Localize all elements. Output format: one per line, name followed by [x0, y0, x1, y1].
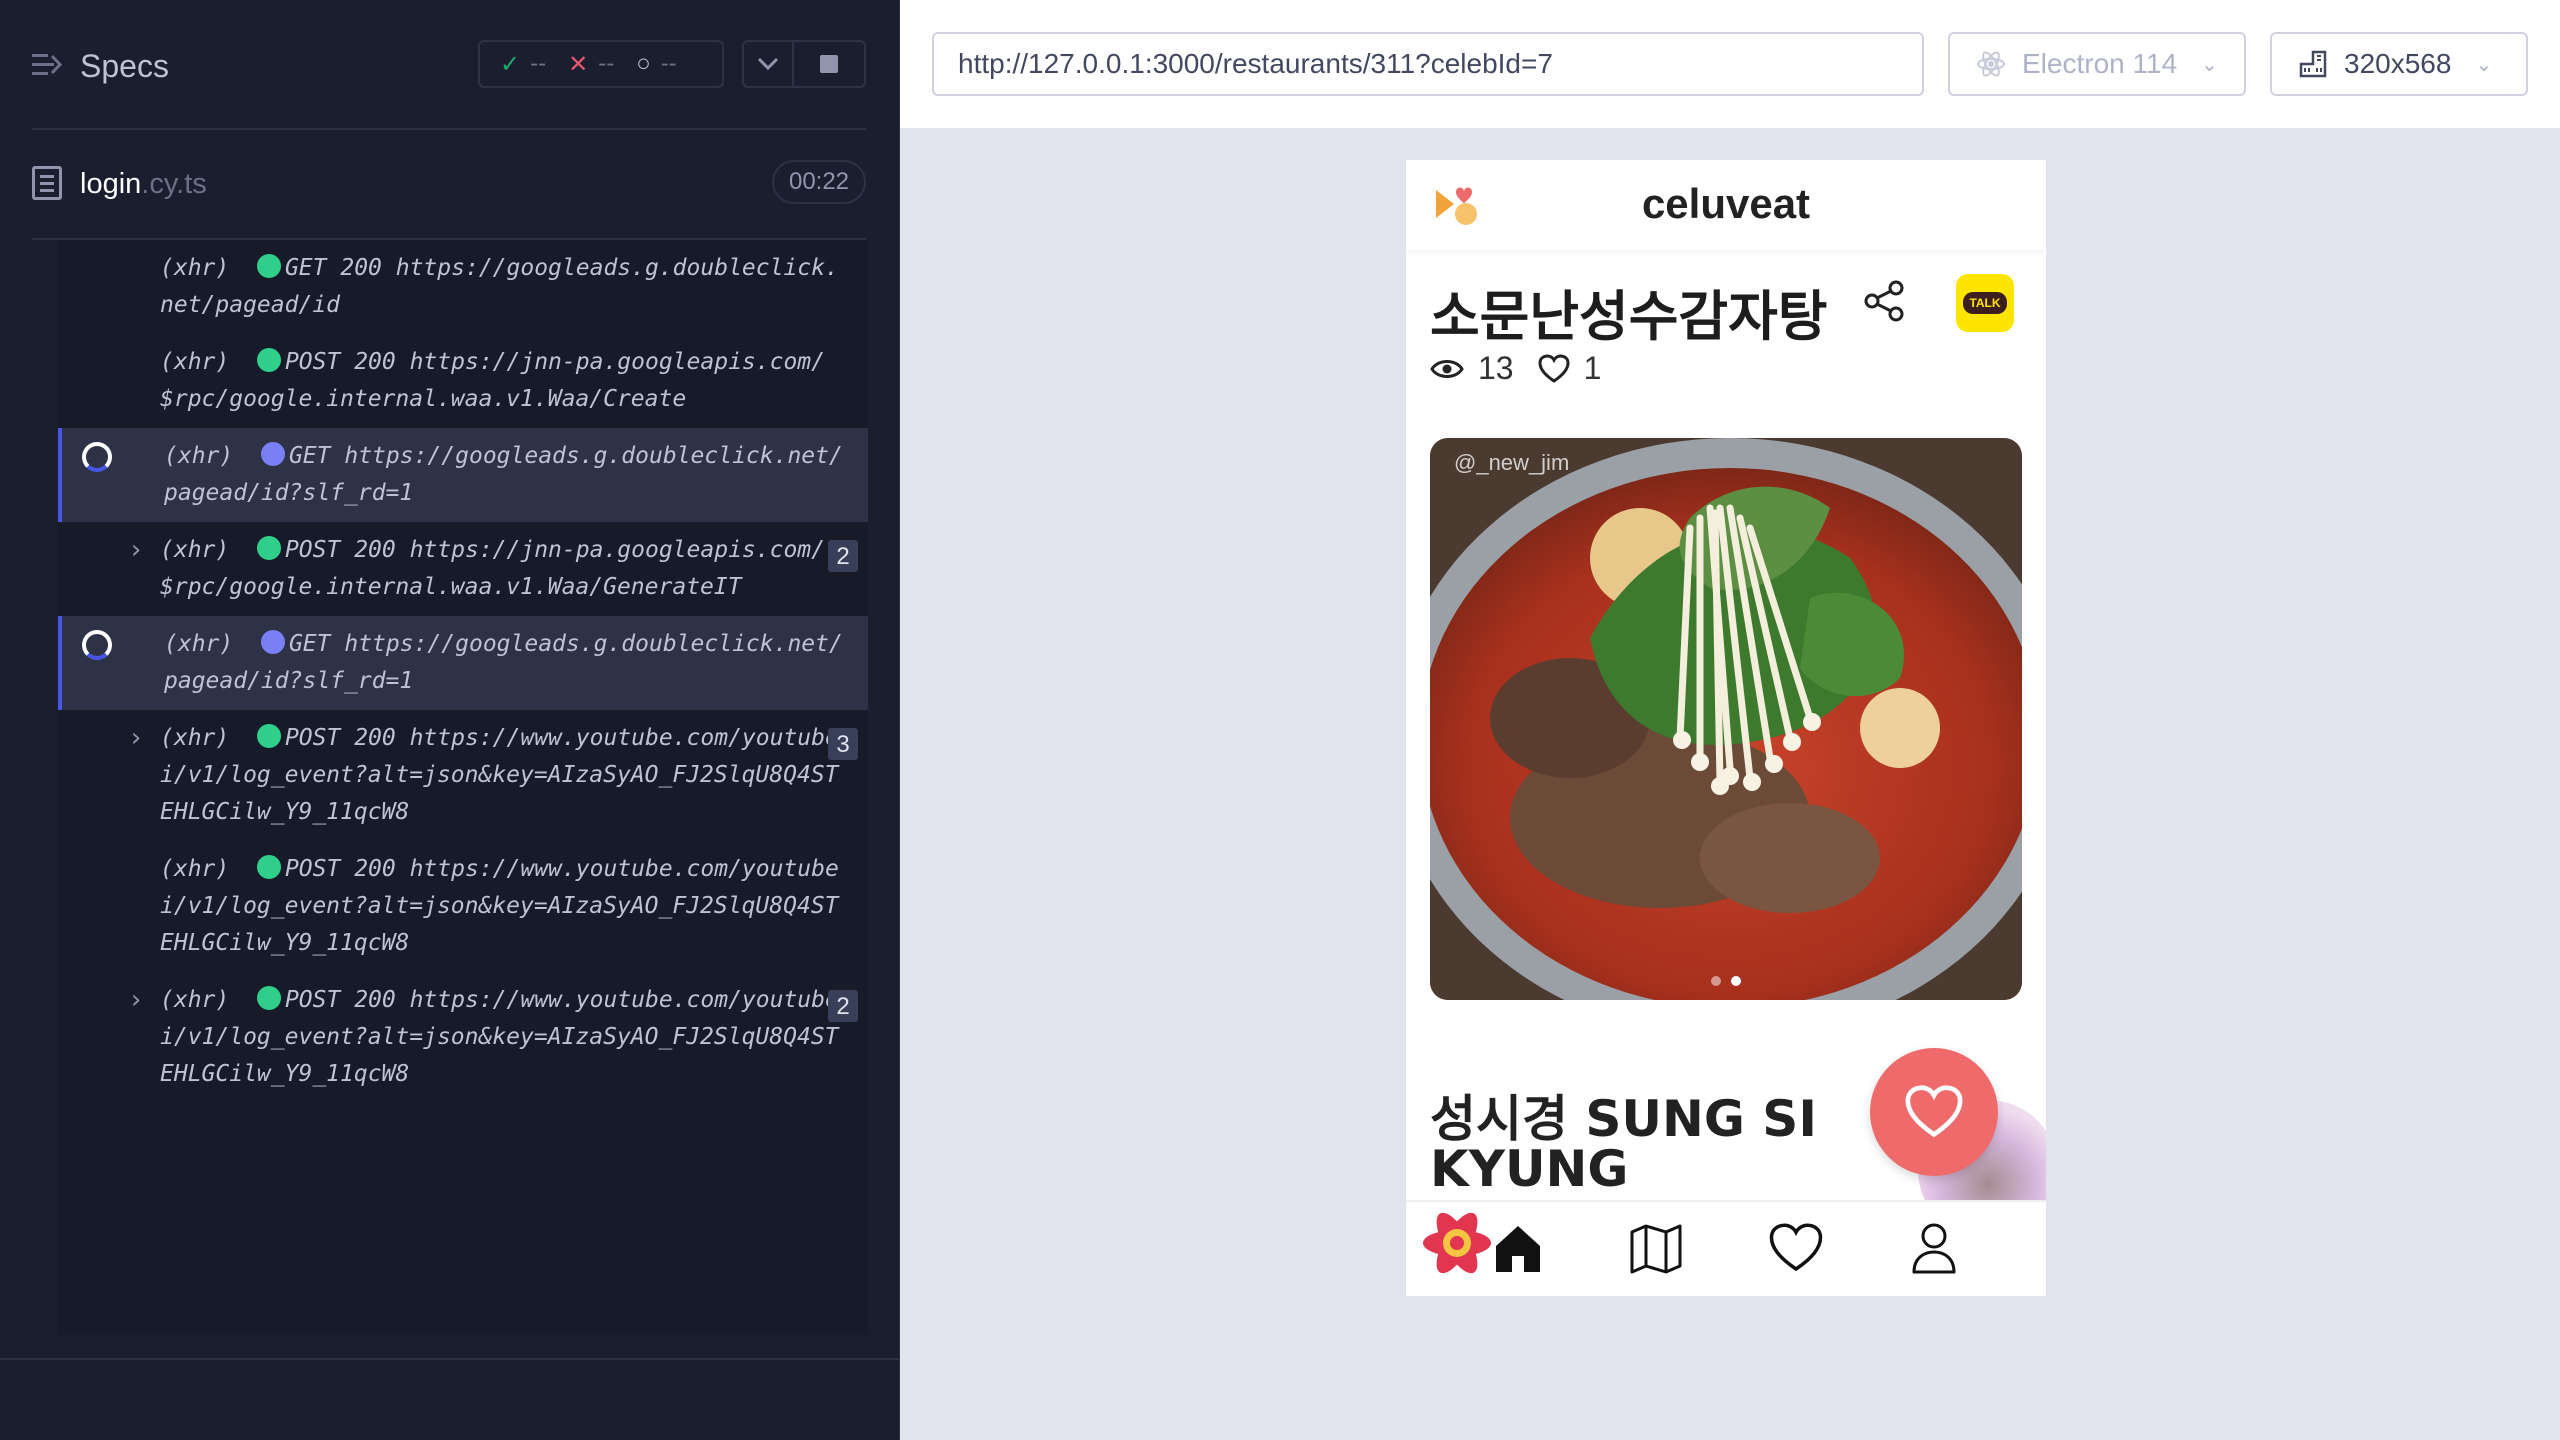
carousel-dot-active[interactable] [1731, 976, 1741, 986]
like-count: 1 [1583, 350, 1602, 386]
viewport-selector[interactable]: 320x568 ⌄ [2270, 32, 2528, 96]
react-devtools-icon[interactable] [1420, 1206, 1494, 1280]
command-log-entry[interactable]: (xhr) POST 200 https://jnn-pa.googleapis… [58, 334, 868, 428]
stop-icon [820, 55, 838, 73]
repeat-count-badge: 2 [828, 990, 858, 1022]
status-dot-icon [256, 536, 281, 560]
status-dot-icon [260, 630, 285, 654]
heart-icon[interactable] [1768, 1220, 1824, 1276]
failed-stat: ✕ -- [568, 50, 614, 79]
heart-icon [1905, 1085, 1963, 1138]
passed-count: -- [530, 50, 547, 77]
log-kind: (xhr) [160, 537, 230, 563]
status-dot-icon [256, 254, 281, 278]
check-icon: ✓ [500, 50, 521, 78]
command-log-list: (xhr) GET 200 https://googleads.g.double… [58, 240, 868, 1335]
heart-icon [1538, 353, 1570, 383]
status-dot-icon [256, 724, 281, 748]
pending-count: -- [660, 50, 677, 77]
like-button[interactable] [1870, 1048, 1998, 1176]
spec-file-ext: .cy.ts [141, 168, 207, 200]
pending-icon: ○ [636, 50, 651, 77]
command-log-entry[interactable]: (xhr) POST 200 https://www.youtube.com/y… [58, 841, 868, 972]
chevron-down-icon: ⌄ [2475, 53, 2493, 76]
chevron-right-icon[interactable]: › [128, 720, 144, 757]
browser-label: Electron 114 [2022, 48, 2178, 79]
command-log-entry[interactable]: › (xhr) POST 200 https://jnn-pa.googleapi… [58, 522, 868, 616]
viewport-label: 320x568 [2344, 48, 2452, 79]
brand-title[interactable]: celuveat [1406, 180, 2046, 228]
chevron-down-icon [757, 57, 779, 71]
command-log-entry[interactable]: (xhr) GET 200 https://googleads.g.double… [58, 240, 868, 334]
view-count: 13 [1478, 350, 1514, 386]
log-kind: (xhr) [160, 349, 230, 375]
food-photo-image [1430, 438, 2022, 1000]
pending-stat: ○ -- [636, 50, 676, 78]
carousel-dots [1430, 976, 2022, 986]
status-dot-icon [256, 855, 281, 879]
failed-count: -- [598, 50, 615, 77]
chevron-down-icon: ⌄ [2201, 53, 2218, 76]
url-bar[interactable]: http://127.0.0.1:3000/restaurants/311?ce… [932, 32, 1924, 96]
log-kind: (xhr) [160, 255, 230, 281]
log-kind: (xhr) [160, 987, 230, 1013]
loading-spinner-icon [82, 442, 112, 472]
home-icon[interactable] [1490, 1220, 1546, 1276]
eye-icon [1430, 359, 1464, 378]
restaurant-photo[interactable]: @_new_jim [1430, 438, 2022, 1000]
app-viewport: celuveat 소문난성수감자탕 TALK 13 1 @_new_jim 성시… [1406, 160, 2046, 1296]
browser-selector[interactable]: Electron 114 ⌄ [1948, 32, 2246, 96]
document-icon [32, 166, 62, 200]
user-icon[interactable] [1906, 1220, 1962, 1276]
collapse-button[interactable] [742, 40, 794, 88]
status-dot-icon [260, 442, 285, 466]
repeat-count-badge: 3 [828, 728, 858, 760]
app-preview-panel: http://127.0.0.1:3000/restaurants/311?ce… [900, 0, 2560, 1440]
bottom-tab-bar [1406, 1200, 2046, 1296]
stop-button[interactable] [794, 40, 866, 88]
command-log-panel: Specs ✓ -- ✕ -- ○ -- login.cy.ts 00:22 (… [0, 0, 900, 1440]
status-dot-icon [256, 348, 281, 372]
specs-header: Specs ✓ -- ✕ -- ○ -- [0, 0, 900, 130]
repeat-count-badge: 2 [828, 540, 858, 572]
chevron-right-icon[interactable]: › [128, 532, 144, 569]
share-icon[interactable] [1862, 278, 1908, 324]
kakao-label: TALK [1963, 292, 2007, 314]
log-kind: (xhr) [160, 856, 230, 882]
specs-title[interactable]: Specs [80, 48, 169, 85]
carousel-dot[interactable] [1711, 976, 1721, 986]
restaurant-name: 소문난성수감자탕 [1430, 285, 1828, 348]
command-log-entry[interactable]: › (xhr) POST 200 https://www.youtube.com/… [58, 972, 868, 1103]
electron-icon [1977, 51, 2005, 77]
spec-file-row[interactable]: login.cy.ts 00:22 [0, 150, 900, 240]
log-kind: (xhr) [164, 631, 234, 657]
preview-toolbar: http://127.0.0.1:3000/restaurants/311?ce… [900, 0, 2560, 128]
log-kind: (xhr) [164, 443, 234, 469]
log-kind: (xhr) [160, 725, 230, 751]
spec-file-basename: login [80, 168, 142, 200]
passed-stat: ✓ -- [500, 50, 546, 79]
celebrity-name: 성시경 SUNG SI KYUNG [1430, 1090, 1817, 1198]
specs-menu-icon[interactable] [32, 52, 62, 78]
x-icon: ✕ [568, 50, 589, 78]
kakao-talk-button[interactable]: TALK [1956, 274, 2014, 332]
spec-duration: 00:22 [772, 160, 866, 204]
spec-file-name: login.cy.ts [80, 168, 207, 201]
app-header: celuveat [1406, 160, 2046, 250]
test-stats: ✓ -- ✕ -- ○ -- [478, 40, 724, 88]
photo-credit: @_new_jim [1454, 450, 1570, 475]
bottom-divider [0, 1358, 900, 1360]
command-log-entry[interactable]: › (xhr) POST 200 https://www.youtube.com/… [58, 710, 868, 841]
command-log-entry[interactable]: (xhr) GET https://googleads.g.doubleclic… [58, 428, 868, 522]
command-log-entry[interactable]: (xhr) GET https://googleads.g.doubleclic… [58, 616, 868, 710]
map-icon[interactable] [1628, 1220, 1684, 1276]
ruler-icon [2299, 50, 2327, 78]
status-dot-icon [256, 986, 281, 1010]
loading-spinner-icon [82, 630, 112, 660]
restaurant-metrics: 13 1 [1430, 350, 1601, 387]
chevron-right-icon[interactable]: › [128, 982, 144, 1019]
header-divider [32, 128, 866, 130]
